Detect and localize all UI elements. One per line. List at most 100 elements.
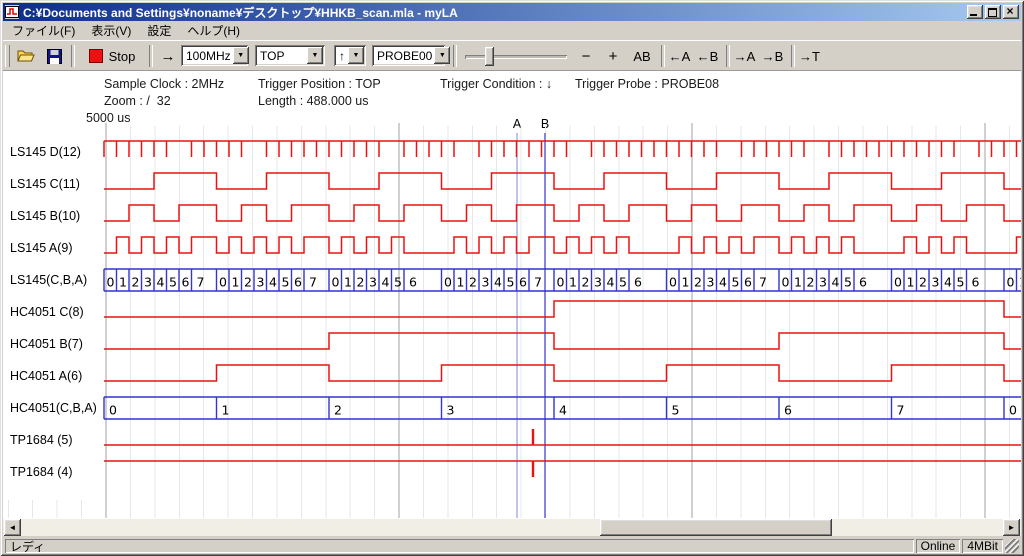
move-a-right-button[interactable]: →A bbox=[731, 45, 758, 67]
menu-help[interactable]: ヘルプ(H) bbox=[179, 20, 248, 41]
channel-pulse-10 bbox=[104, 461, 1021, 477]
grid bbox=[8, 123, 1009, 518]
wave-path bbox=[104, 301, 1021, 317]
bus-value: 7 bbox=[309, 275, 317, 290]
bus-value: 5 bbox=[957, 275, 965, 290]
bus-value: 3 bbox=[819, 275, 827, 290]
toolbar-separator bbox=[726, 45, 730, 67]
bus-value: 0 bbox=[332, 275, 340, 290]
scroll-right-icon: ► bbox=[1008, 523, 1016, 532]
channel-pulse-9 bbox=[104, 429, 1021, 445]
bus-value: 3 bbox=[932, 275, 940, 290]
run-button[interactable]: → bbox=[153, 45, 183, 67]
wave-path bbox=[104, 237, 1021, 253]
move-b-right-button[interactable]: →B bbox=[759, 45, 786, 67]
right-arrow-t-icon: →T bbox=[799, 49, 820, 64]
bus-value: 7 bbox=[897, 403, 905, 418]
right-arrow-b-icon: →B bbox=[762, 49, 784, 64]
bus-value: 2 bbox=[334, 403, 342, 418]
bus-value: 1 bbox=[794, 275, 802, 290]
bus-value: 6 bbox=[182, 275, 190, 290]
menu-view[interactable]: 表示(V) bbox=[83, 20, 139, 41]
bus-value: 4 bbox=[719, 275, 727, 290]
bus-value: 6 bbox=[784, 403, 792, 418]
waveform-client-area: Sample Clock : 2MHz Trigger Position : T… bbox=[3, 70, 1021, 519]
maximize-button[interactable] bbox=[985, 5, 1001, 19]
bus-value: 0 bbox=[1007, 275, 1015, 290]
toolbar-separator bbox=[71, 45, 75, 67]
zoom-ab-button[interactable]: AB bbox=[628, 45, 656, 67]
minimize-button[interactable] bbox=[967, 5, 983, 19]
channel-wave-2 bbox=[104, 205, 1021, 221]
zoom-slider-handle[interactable] bbox=[485, 47, 494, 66]
channel-wave-5 bbox=[104, 301, 1021, 317]
scroll-right-button[interactable]: ► bbox=[1003, 519, 1020, 536]
bus-value: 1 bbox=[222, 403, 230, 418]
zoom-slider-track[interactable] bbox=[465, 55, 567, 59]
bus-value: 2 bbox=[807, 275, 815, 290]
chevron-down-icon[interactable]: ▼ bbox=[434, 47, 450, 64]
bus-value: 1 bbox=[682, 275, 690, 290]
bus-value: 2 bbox=[357, 275, 365, 290]
scroll-left-button[interactable]: ◄ bbox=[4, 519, 21, 536]
bus-value: 0 bbox=[557, 275, 565, 290]
move-b-left-button[interactable]: ←B bbox=[694, 45, 721, 67]
bus-value: 5 bbox=[619, 275, 627, 290]
move-a-left-button[interactable]: ←A bbox=[666, 45, 693, 67]
bus-value: 0 bbox=[669, 275, 677, 290]
menu-file[interactable]: ファイル(F) bbox=[4, 20, 83, 41]
zoom-out-button[interactable]: − bbox=[574, 45, 598, 67]
toolbar-separator bbox=[453, 45, 457, 67]
bus-value: 1 bbox=[569, 275, 577, 290]
trigger-position-combo[interactable]: TOP ▼ bbox=[255, 45, 325, 66]
bus-value: 4 bbox=[494, 275, 502, 290]
scrollbar-thumb[interactable] bbox=[600, 519, 832, 536]
app-icon bbox=[5, 5, 19, 19]
bus-value: 6 bbox=[972, 275, 980, 290]
sample-clock-combo[interactable]: 100MHz ▼ bbox=[181, 45, 248, 66]
chevron-down-icon[interactable]: ▼ bbox=[233, 47, 249, 64]
trigger-position-value: TOP bbox=[255, 49, 305, 63]
bus-value: 6 bbox=[519, 275, 527, 290]
run-arrow-icon: → bbox=[161, 48, 176, 65]
trigger-edge-combo[interactable]: ↑ ▼ bbox=[334, 45, 366, 66]
goto-trigger-button[interactable]: →T bbox=[796, 45, 823, 67]
save-floppy-icon bbox=[47, 49, 62, 64]
menu-bar: ファイル(F) 表示(V) 設定 ヘルプ(H) bbox=[3, 21, 1021, 40]
bus-value: 5 bbox=[732, 275, 740, 290]
stop-button[interactable]: Stop bbox=[79, 45, 145, 67]
channel-dclk-0 bbox=[104, 141, 1021, 157]
trigger-probe-value: PROBE00 bbox=[372, 49, 432, 63]
status-online-badge: Online bbox=[916, 539, 961, 553]
horizontal-scrollbar[interactable]: ◄ ► bbox=[3, 519, 1021, 536]
bus-value: 5 bbox=[169, 275, 177, 290]
channel-wave-6 bbox=[104, 333, 1021, 349]
toolbar-gripper[interactable] bbox=[5, 45, 10, 67]
bus-value: 4 bbox=[607, 275, 615, 290]
chevron-down-icon[interactable]: ▼ bbox=[307, 47, 323, 64]
wave-path bbox=[104, 173, 1021, 189]
bus-value: 2 bbox=[582, 275, 590, 290]
ab-label: AB bbox=[633, 49, 650, 64]
channel-wave-1 bbox=[104, 173, 1021, 189]
trigger-probe-combo[interactable]: PROBE00 ▼ bbox=[372, 45, 445, 66]
zoom-in-button[interactable]: + bbox=[601, 45, 625, 67]
waveform-plot[interactable]: 0123456701234567012345601234567012345601… bbox=[3, 70, 1021, 519]
channel-bus-4: 0123456701234567012345601234567012345601… bbox=[104, 269, 1021, 291]
bus-value: 4 bbox=[269, 275, 277, 290]
bus-value: 3 bbox=[594, 275, 602, 290]
chevron-down-icon[interactable]: ▼ bbox=[348, 47, 364, 64]
menu-settings[interactable]: 設定 bbox=[139, 20, 179, 41]
scroll-left-icon: ◄ bbox=[9, 523, 17, 532]
bus-value: 5 bbox=[394, 275, 402, 290]
resize-grip[interactable] bbox=[1005, 539, 1019, 553]
bus-value: 1 bbox=[119, 275, 127, 290]
bus-value: 0 bbox=[894, 275, 902, 290]
save-button[interactable] bbox=[41, 45, 67, 67]
bus-value: 3 bbox=[144, 275, 152, 290]
bus-value: 0 bbox=[1009, 403, 1017, 418]
open-file-button[interactable] bbox=[13, 45, 39, 67]
bus-value: 0 bbox=[219, 275, 227, 290]
close-button[interactable] bbox=[1003, 5, 1019, 19]
app-window: C:¥Documents and Settings¥noname¥デスクトップ¥… bbox=[0, 0, 1024, 556]
